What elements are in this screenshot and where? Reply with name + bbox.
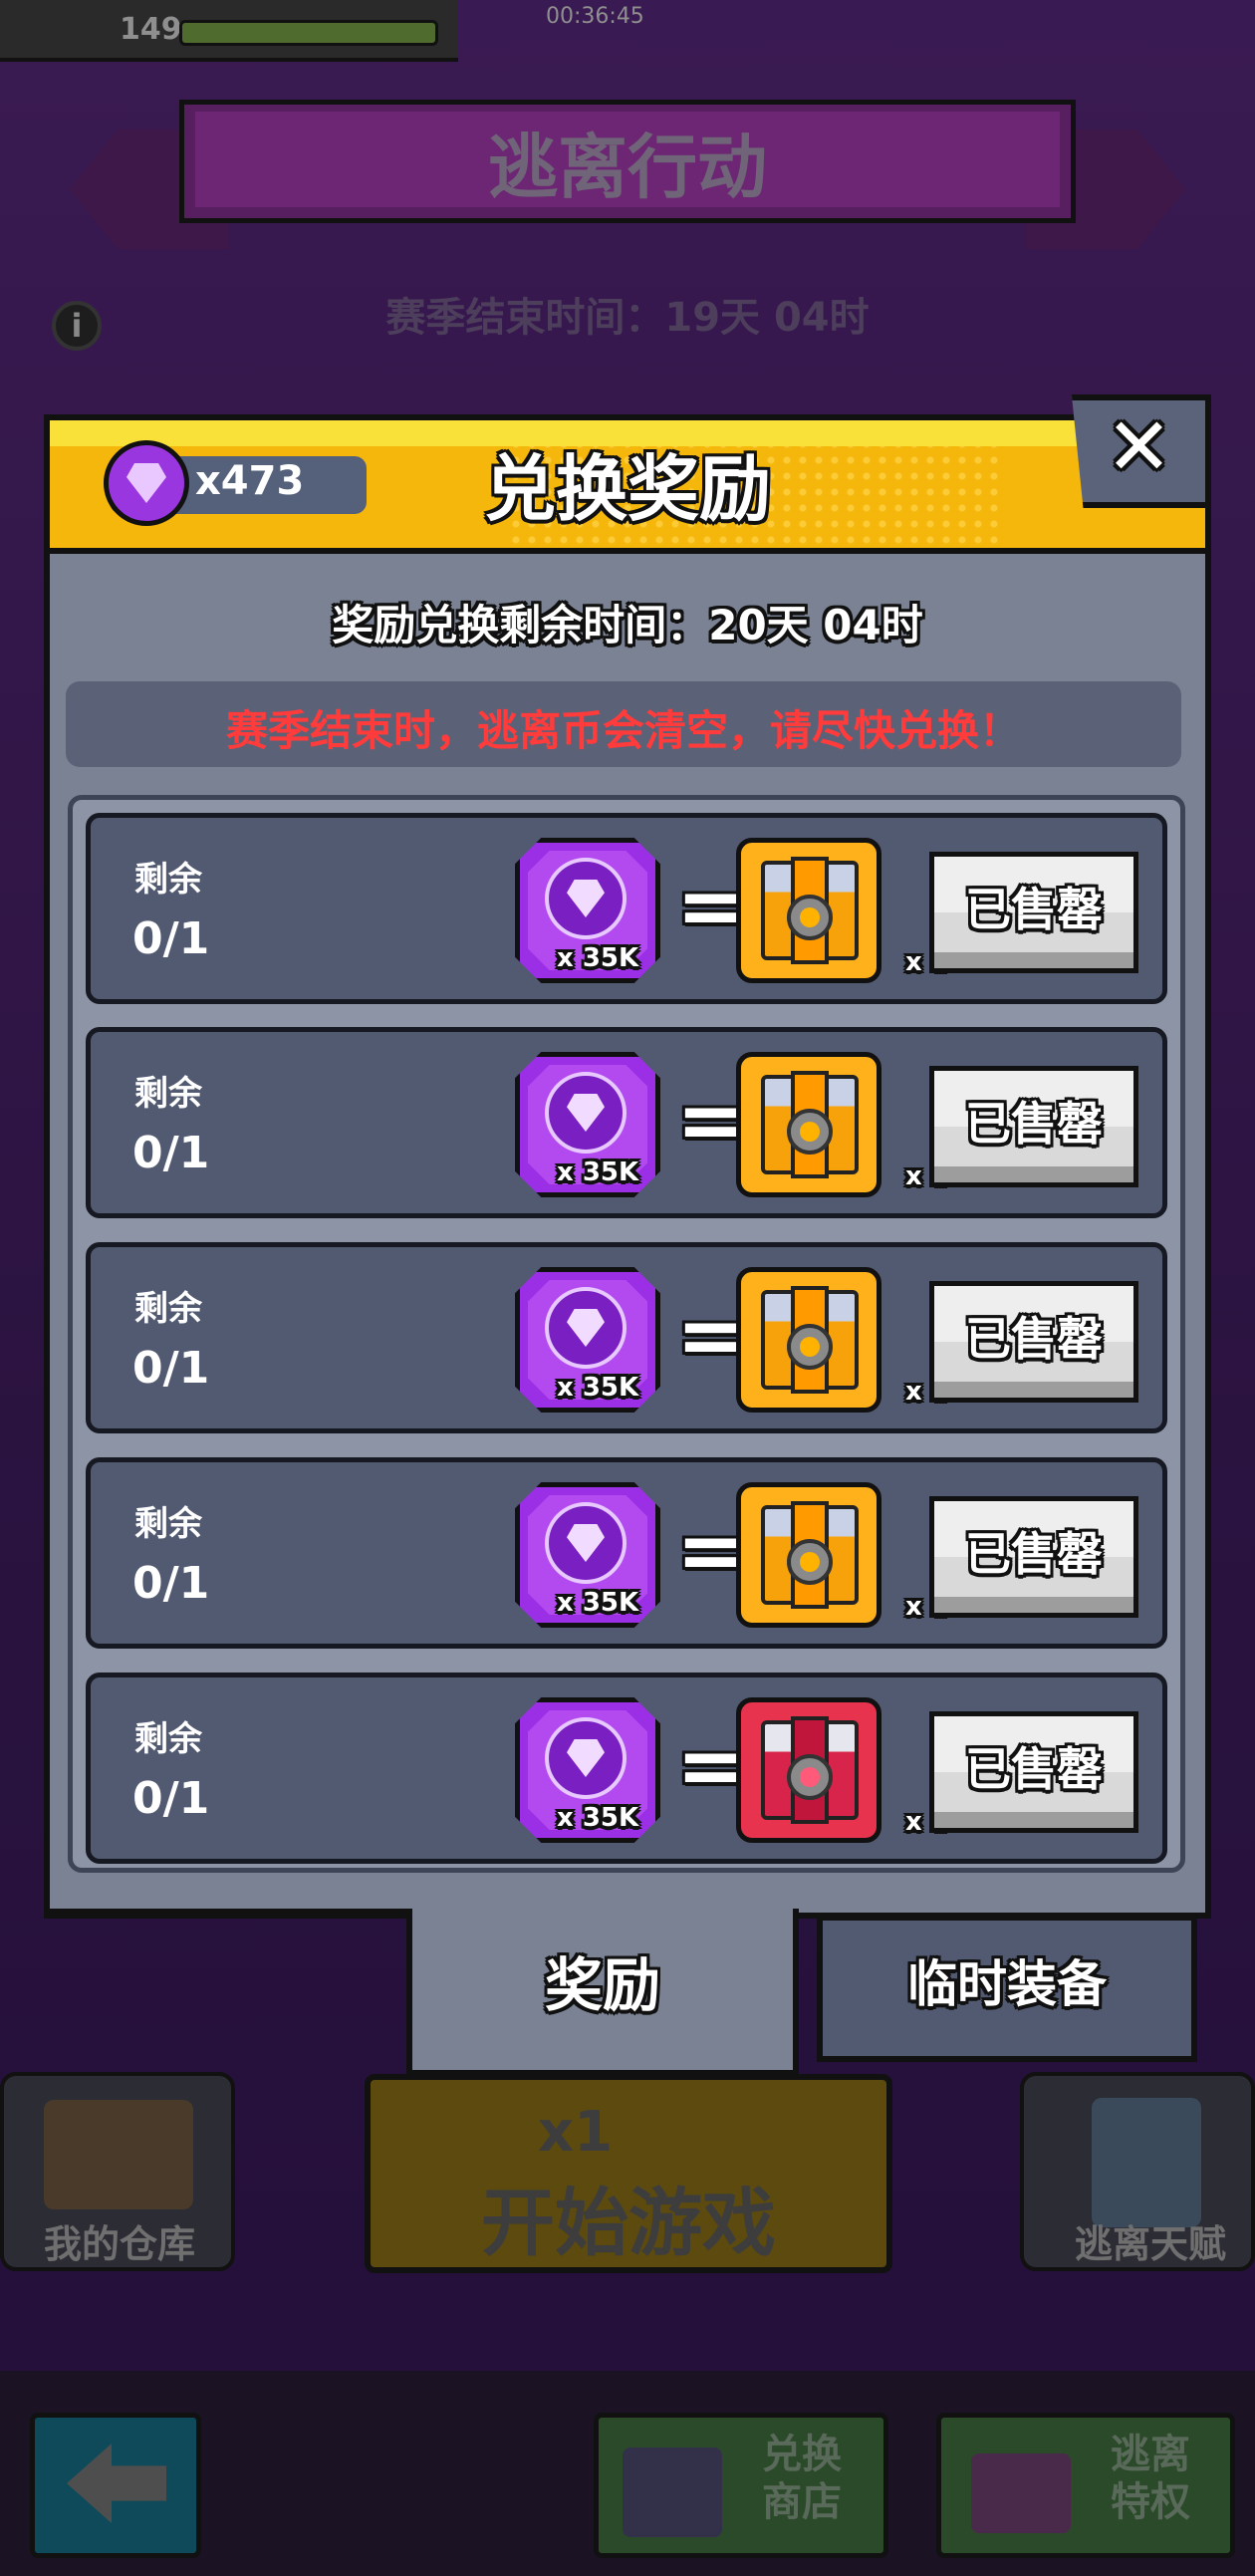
back-button[interactable]: [30, 2413, 201, 2558]
reward-row: 剩余 0/1 x 35K = x 1 已售罄: [86, 1242, 1167, 1433]
escape-coin-icon: [545, 858, 627, 939]
reward-row: 剩余 0/1 x 35K = x 1 已售罄: [86, 1457, 1167, 1649]
cost-amount: x 35K: [557, 943, 639, 973]
exchange-shop-label: 兑换 商店: [762, 2432, 842, 2525]
cost-amount: x 35K: [557, 1803, 639, 1833]
reward-pack-icon: [736, 1482, 881, 1628]
reward-pack-icon: [736, 1697, 881, 1843]
talent-icon: [1092, 2098, 1201, 2227]
remaining-label: 剩余: [134, 860, 202, 900]
tab-divider: [44, 1909, 412, 1919]
start-energy-cost: x1: [538, 2100, 614, 2165]
remaining-label: 剩余: [134, 1074, 202, 1114]
reward-row: 剩余 0/1 x 35K = x 1 已售罄: [86, 1673, 1167, 1864]
reward-pack-icon: [736, 1267, 881, 1413]
back-arrow-icon: [67, 2444, 166, 2523]
hud-timer: 00:36:45: [546, 4, 644, 29]
reward-row: 剩余 0/1 x 35K = x 1 已售罄: [86, 1027, 1167, 1218]
escape-coin-icon: [545, 1502, 627, 1584]
sold-out-label: 已售罄: [965, 1527, 1103, 1581]
tab-temporary-equipment-label: 临时装备: [907, 1955, 1107, 2013]
remaining-count: 0/1: [132, 1558, 210, 1609]
remaining-count: 0/1: [132, 913, 210, 964]
remaining-label: 剩余: [134, 1504, 202, 1544]
privilege-icon: [971, 2453, 1071, 2533]
warehouse-label: 我的仓库: [43, 2222, 195, 2266]
escape-coin-icon: [545, 1072, 627, 1154]
remaining-count: 0/1: [132, 1773, 210, 1824]
remaining-count: 0/1: [132, 1128, 210, 1178]
remaining-count: 0/1: [132, 1343, 210, 1394]
escape-coin-icon: [545, 1717, 627, 1799]
cost-amount: x 35K: [557, 1373, 639, 1403]
sold-out-label: 已售罄: [965, 883, 1103, 936]
cost-amount: x 35K: [557, 1588, 639, 1618]
close-icon[interactable]: ✕: [1106, 400, 1172, 493]
reward-pack-icon: [736, 1052, 881, 1197]
event-title: 逃离行动: [488, 127, 767, 208]
sold-out-label: 已售罄: [965, 1312, 1103, 1366]
escape-coin-icon: [545, 1287, 627, 1369]
escape-talent-label: 逃离天赋: [1074, 2222, 1226, 2266]
tab-rewards-label: 奖励: [544, 1951, 660, 2019]
cost-amount: x 35K: [557, 1158, 639, 1187]
player-level: 149: [120, 12, 182, 47]
start-game-label: 开始游戏: [481, 2181, 776, 2266]
sold-out-label: 已售罄: [965, 1097, 1103, 1151]
modal-title: 兑换奖励: [483, 447, 771, 531]
remaining-label: 剩余: [134, 1289, 202, 1329]
warning-text: 赛季结束时，逃离币会清空，请尽快兑换！: [225, 706, 1021, 755]
reward-pack-icon: [736, 838, 881, 983]
remaining-label: 剩余: [134, 1719, 202, 1759]
warehouse-icon: [44, 2100, 193, 2209]
escape-privilege-label: 逃离 特权: [1111, 2432, 1190, 2525]
sold-out-label: 已售罄: [965, 1742, 1103, 1796]
shop-icon: [623, 2447, 722, 2537]
xp-bar: [179, 20, 438, 46]
reward-row: 剩余 0/1 x 35K = x 1 已售罄: [86, 813, 1167, 1004]
season-end-time: 赛季结束时间：19天 04时: [385, 295, 870, 341]
exchange-countdown: 奖励兑换剩余时间：20天 04时: [332, 601, 923, 649]
